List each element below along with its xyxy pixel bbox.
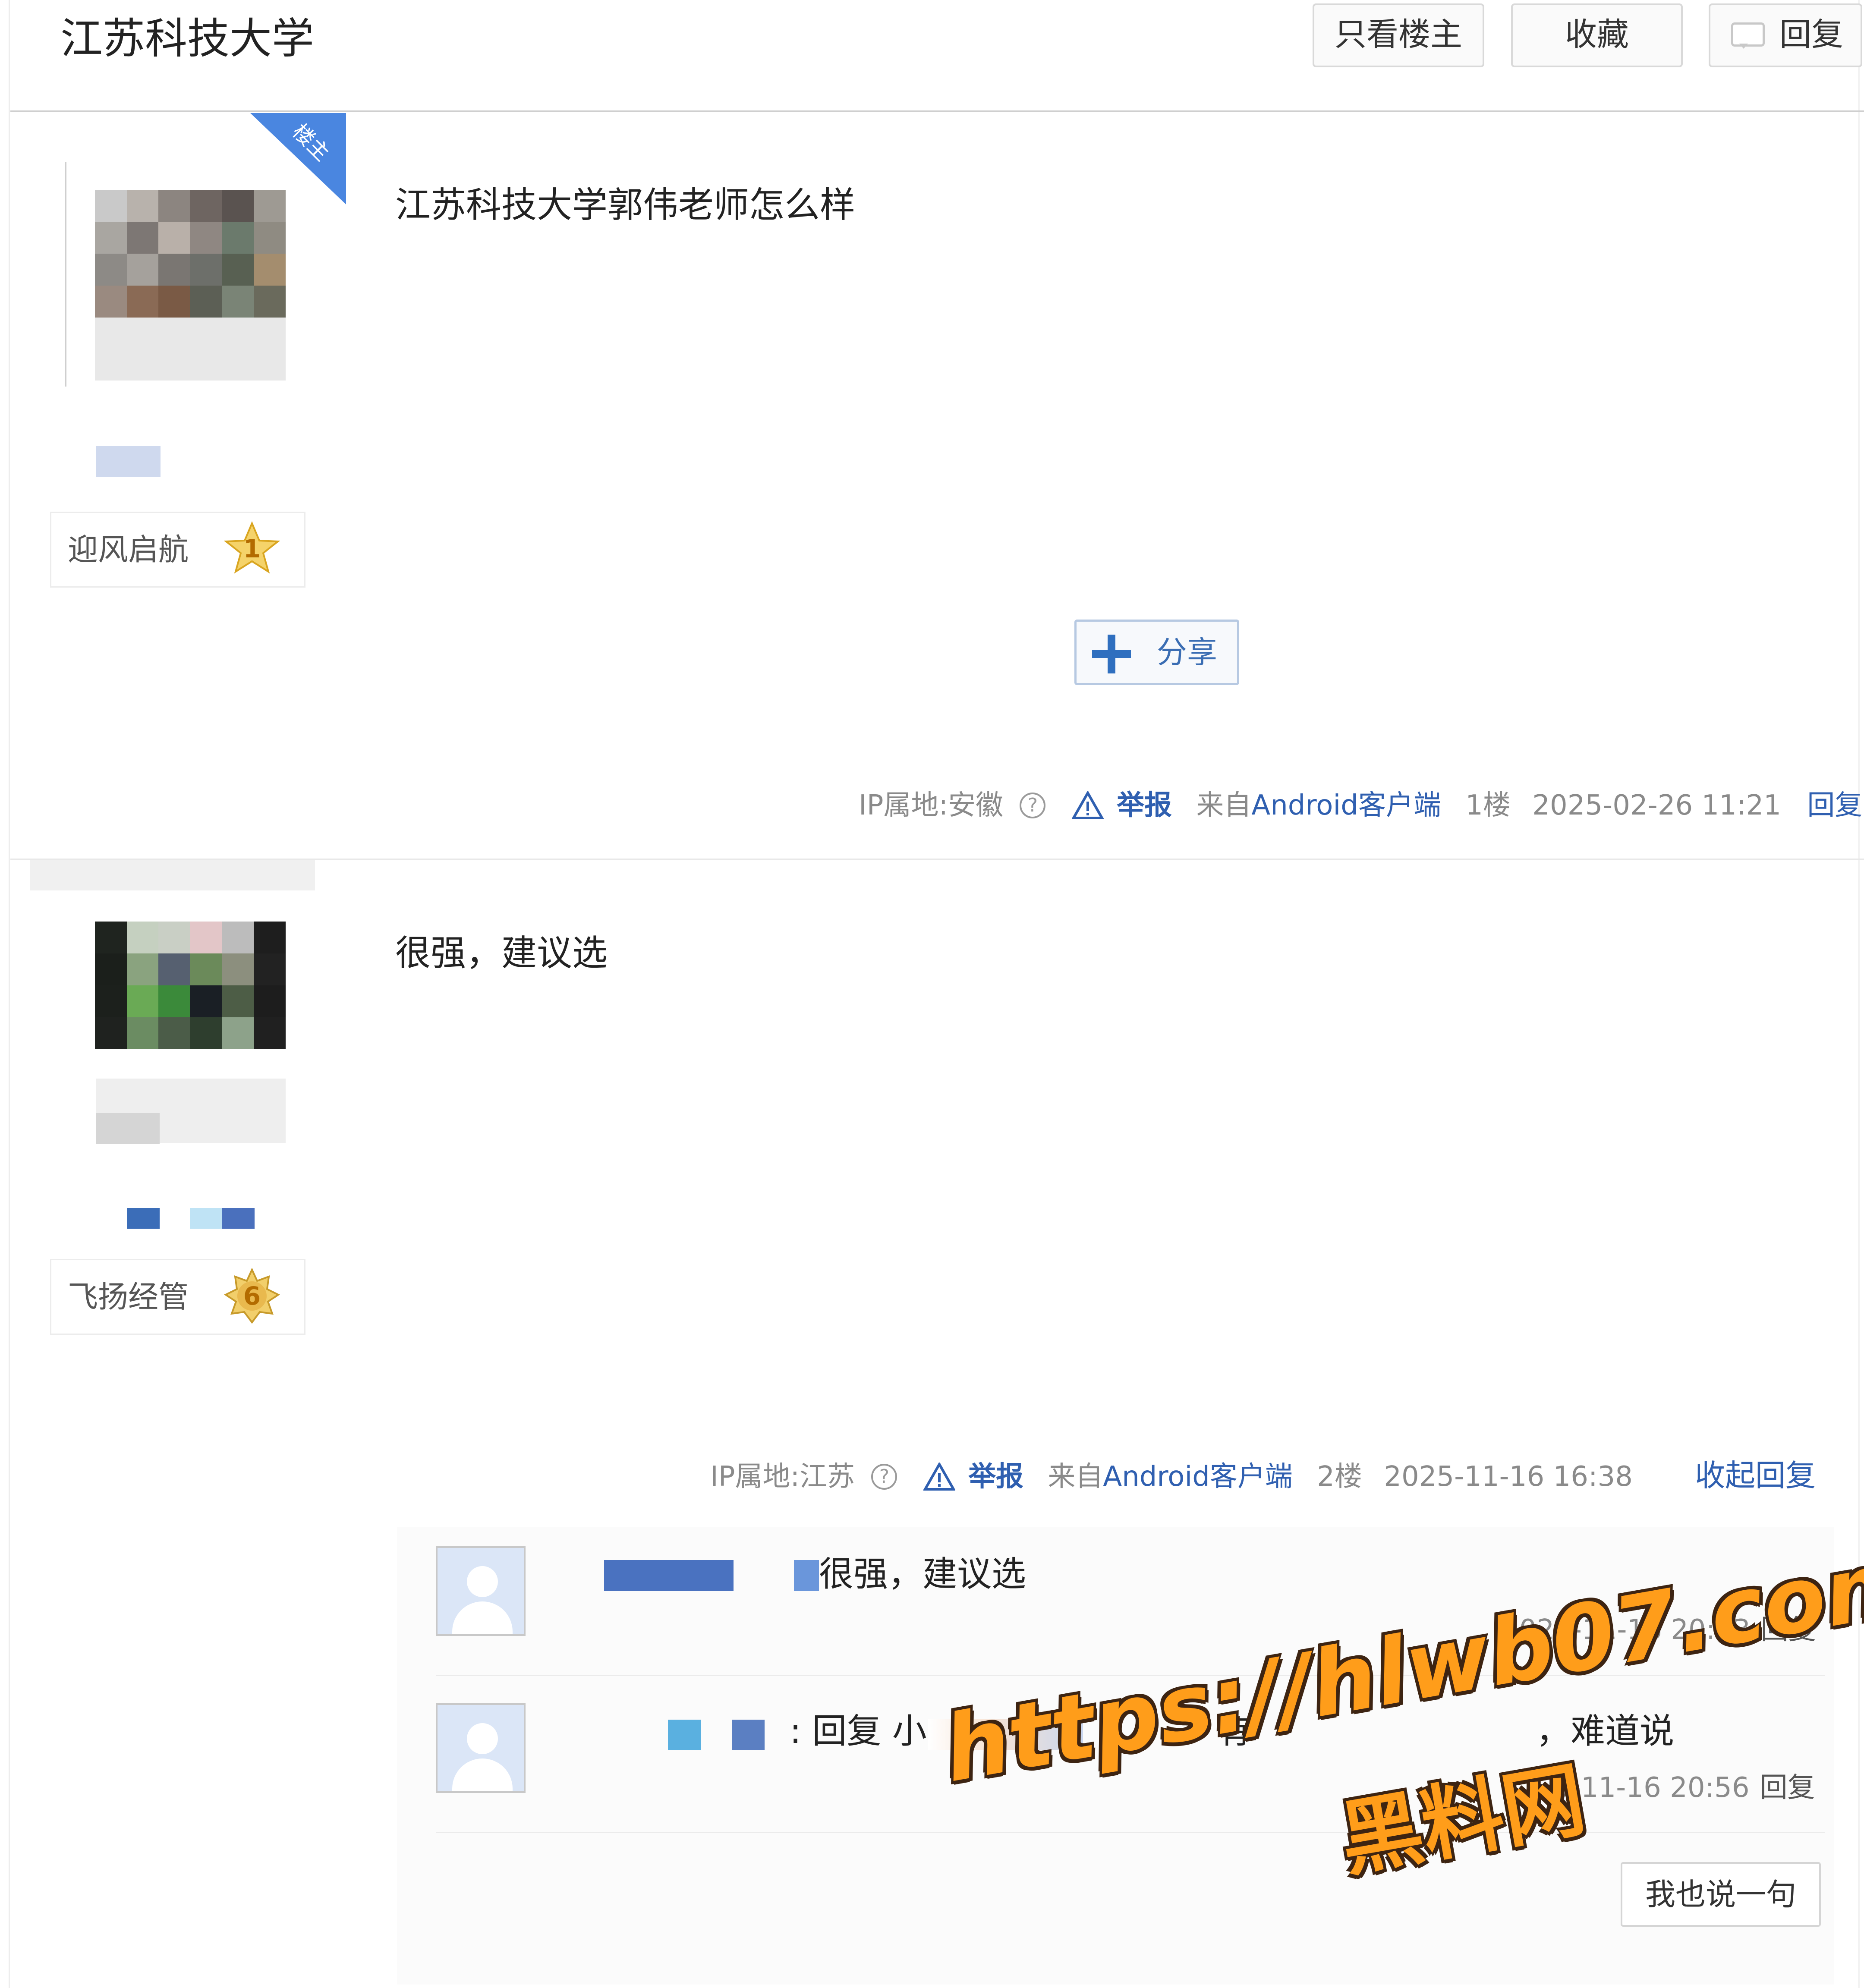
blurred-user-tag [96, 1113, 160, 1144]
plus-icon [1092, 635, 1131, 673]
floor-number: 2楼 [1317, 1461, 1362, 1493]
client-source: 来自Android客户端 [1196, 784, 1441, 827]
post-content: 江苏科技大学郭伟老师怎么样 [395, 185, 856, 226]
floor-number: 1楼 [1465, 790, 1511, 822]
ip-location: IP属地:安徽 [859, 790, 1004, 822]
sub-reply-text: : 回复 小 [790, 1711, 927, 1751]
warning-icon [923, 1463, 955, 1491]
reply-link[interactable]: 回复 [1807, 784, 1862, 827]
author-avatar[interactable] [95, 922, 286, 1049]
redacted-username [604, 1560, 734, 1591]
redacted-mark [732, 1720, 765, 1750]
badge-name: 迎风启航 [68, 532, 189, 567]
client-name[interactable]: Android客户端 [1103, 1461, 1292, 1493]
client-prefix: 来自 [1048, 1461, 1103, 1493]
reply-button[interactable]: 回复 [1709, 3, 1862, 67]
post-meta: IP属地:安徽 ? 举报 来自Android客户端 1楼 2025-02-26 … [859, 783, 1862, 827]
help-icon[interactable]: ? [1020, 793, 1046, 819]
user-icon-badge [222, 1208, 255, 1229]
sub-reply-text: 很强，建议选 [819, 1554, 1026, 1594]
floor-divider [10, 859, 1864, 860]
reply-button-label: 回复 [1779, 16, 1843, 53]
help-icon[interactable]: ? [871, 1464, 897, 1490]
level-number: 6 [243, 1281, 261, 1311]
forum-title[interactable]: 江苏科技大学 [60, 9, 314, 69]
sub-reply-meta: 5-11-16 20:56 回复 [1553, 1766, 1815, 1809]
report-link[interactable]: 举报 [1117, 784, 1172, 827]
star-level-icon: 6 [224, 1268, 280, 1324]
header-divider [10, 110, 1864, 112]
favorite-button[interactable]: 收藏 [1511, 3, 1683, 67]
comment-icon [1731, 22, 1765, 49]
ip-location: IP属地:江苏 [710, 1461, 855, 1493]
post-meta: IP属地:江苏 ? 举报 来自Android客户端 2楼 2025-11-16 … [710, 1454, 1633, 1498]
redacted-mark [668, 1720, 701, 1750]
blurred-user-tag [96, 446, 161, 477]
post-time: 2025-11-16 16:38 [1384, 1461, 1633, 1493]
user-icon-badge [127, 1208, 160, 1229]
only-op-button[interactable]: 只看楼主 [1313, 3, 1484, 67]
avatar-frame [65, 162, 68, 387]
collapse-replies-link[interactable]: 收起回复 [1695, 1454, 1816, 1497]
pixelated-avatar-image [95, 922, 286, 1049]
star-level-icon: 1 [224, 521, 280, 577]
share-button[interactable]: 分享 [1074, 620, 1239, 685]
client-name[interactable]: Android客户端 [1251, 790, 1441, 821]
default-avatar-icon[interactable] [436, 1703, 526, 1793]
sub-reply-link[interactable]: 回复 [1760, 1772, 1815, 1804]
warning-icon [1071, 791, 1104, 820]
redacted-mark [794, 1560, 819, 1591]
page-frame-left [9, 0, 10, 1988]
say-something-button[interactable]: 我也说一句 [1621, 1862, 1821, 1927]
post-time: 2025-02-26 11:21 [1532, 790, 1781, 822]
sub-reply-text: ，难道说 [1536, 1711, 1674, 1751]
page-frame-right [1858, 0, 1860, 1988]
author-badge[interactable]: 迎风启航 1 [50, 512, 305, 588]
client-prefix: 来自 [1196, 790, 1252, 822]
share-label: 分享 [1157, 635, 1217, 670]
blurred-strip [30, 860, 315, 890]
author-avatar[interactable] [95, 190, 286, 381]
badge-name: 飞扬经管 [68, 1279, 189, 1315]
default-avatar-icon[interactable] [436, 1546, 526, 1636]
pixelated-avatar-image [95, 190, 286, 349]
post-content: 很强，建议选 [395, 933, 608, 974]
level-number: 1 [243, 534, 261, 563]
report-link[interactable]: 举报 [968, 1455, 1023, 1498]
user-icon-badge [190, 1208, 223, 1229]
author-badge[interactable]: 飞扬经管 6 [50, 1259, 305, 1335]
sub-reply-divider [436, 1832, 1825, 1833]
client-source: 来自Android客户端 [1048, 1455, 1292, 1498]
